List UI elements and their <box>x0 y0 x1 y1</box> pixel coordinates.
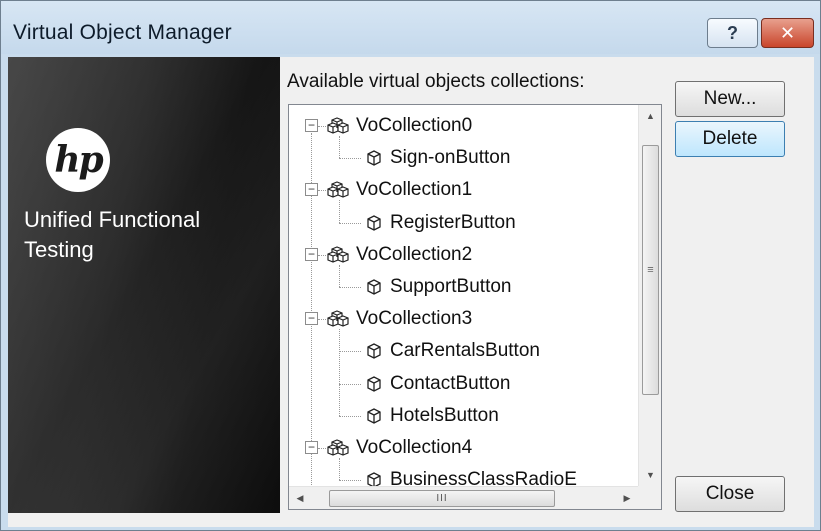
tree-connector <box>318 254 326 256</box>
collection-label: VoCollection0 <box>356 115 473 136</box>
tree-connector <box>339 136 340 159</box>
cube-icon <box>364 277 384 297</box>
product-name-line2: Testing <box>24 237 94 262</box>
collapse-expander-icon[interactable]: − <box>305 183 318 197</box>
tree-connector <box>339 351 361 353</box>
tree-connector <box>339 200 340 223</box>
tree-node-collection[interactable]: VoCollection4 <box>326 433 472 463</box>
tree-node-object[interactable]: Sign-onButton <box>364 143 510 173</box>
tree-connector <box>318 190 326 192</box>
cube-icon <box>364 406 384 426</box>
product-name: Unified Functional Testing <box>24 205 280 265</box>
cube-icon <box>364 470 384 486</box>
horizontal-scrollbar[interactable]: ◀ III ▶ <box>289 486 638 509</box>
tree-connector <box>339 264 340 287</box>
object-label: ContactButton <box>390 372 511 394</box>
collapse-expander-icon[interactable]: − <box>305 441 318 454</box>
scroll-down-icon[interactable]: ▼ <box>639 464 662 486</box>
tree-node-object[interactable]: BusinessClassRadioE <box>364 465 577 486</box>
object-label: RegisterButton <box>390 211 516 233</box>
cube-group-icon <box>326 116 350 136</box>
dialog-content: hp Unified Functional Testing Available … <box>8 57 814 527</box>
cube-icon <box>364 374 384 394</box>
tree-viewport[interactable]: − VoCollection0 Sign-onButton − VoCollection… <box>289 105 638 486</box>
object-label: CarRentalsButton <box>390 340 540 362</box>
vertical-scroll-thumb[interactable]: ≡ <box>642 145 659 395</box>
scroll-left-icon[interactable]: ◀ <box>289 487 311 510</box>
tree-node-object[interactable]: RegisterButton <box>364 208 516 238</box>
collections-label: Available virtual objects collections: <box>287 71 585 92</box>
tree-node-collection[interactable]: VoCollection3 <box>326 304 472 334</box>
collection-label: VoCollection1 <box>356 179 473 201</box>
tree-connector <box>318 448 326 449</box>
collection-label: VoCollection2 <box>356 243 473 265</box>
tree-connector <box>318 126 326 127</box>
tree-connector <box>339 415 361 417</box>
cube-group-icon <box>326 309 350 329</box>
collapse-expander-icon[interactable]: − <box>305 247 318 261</box>
cube-group-icon <box>326 438 350 458</box>
cube-icon <box>364 148 384 168</box>
brand-panel: hp Unified Functional Testing <box>8 57 280 513</box>
object-label: HotelsButton <box>390 404 499 426</box>
scroll-right-icon[interactable]: ▶ <box>616 487 638 510</box>
collapse-expander-icon[interactable]: − <box>305 312 318 326</box>
tree-node-object[interactable]: ContactButton <box>364 369 510 399</box>
cube-icon <box>364 341 384 361</box>
collection-label: VoCollection4 <box>356 437 473 458</box>
virtual-object-manager-dialog: Virtual Object Manager ? ✕ hp Unified Fu… <box>0 0 821 531</box>
collection-label: VoCollection3 <box>356 308 473 330</box>
object-label: Sign-onButton <box>390 147 511 169</box>
help-button[interactable]: ? <box>707 18 758 48</box>
hp-logo: hp <box>46 128 110 192</box>
cube-group-icon <box>326 180 350 200</box>
cube-icon <box>364 213 384 233</box>
tree-connector <box>339 458 340 481</box>
collapse-expander-icon[interactable]: − <box>305 119 318 132</box>
close-window-button[interactable]: ✕ <box>761 18 814 48</box>
tree-node-object[interactable]: CarRentalsButton <box>364 336 540 366</box>
scrollbar-corner <box>638 486 661 509</box>
tree-connector <box>339 158 361 160</box>
tree-connector <box>339 287 361 288</box>
tree-connector <box>318 319 326 321</box>
tree-connector <box>339 480 361 482</box>
tree-connector <box>339 329 340 416</box>
vertical-scrollbar[interactable]: ▲ ≡ ▼ <box>638 105 661 486</box>
delete-button[interactable]: Delete <box>675 121 785 157</box>
new-button[interactable]: New... <box>675 81 785 117</box>
tree-connector <box>339 222 361 224</box>
cube-group-icon <box>326 245 350 265</box>
tree-node-object[interactable]: SupportButton <box>364 272 511 302</box>
object-label: BusinessClassRadioE <box>390 469 577 486</box>
scroll-up-icon[interactable]: ▲ <box>639 105 662 127</box>
window-title: Virtual Object Manager <box>13 21 232 44</box>
collections-tree[interactable]: − VoCollection0 Sign-onButton − VoCollection… <box>288 104 662 510</box>
tree-node-collection[interactable]: VoCollection1 <box>326 175 472 205</box>
object-label: SupportButton <box>390 276 512 297</box>
tree-node-collection[interactable]: VoCollection0 <box>326 111 472 141</box>
tree-node-object[interactable]: HotelsButton <box>364 401 499 431</box>
tree-node-collection[interactable]: VoCollection2 <box>326 240 472 270</box>
tree-connector <box>339 383 361 385</box>
horizontal-scroll-thumb[interactable]: III <box>329 490 555 507</box>
product-name-line1: Unified Functional <box>24 207 201 232</box>
close-button[interactable]: Close <box>675 476 785 512</box>
title-bar[interactable]: Virtual Object Manager ? ✕ <box>1 1 820 54</box>
